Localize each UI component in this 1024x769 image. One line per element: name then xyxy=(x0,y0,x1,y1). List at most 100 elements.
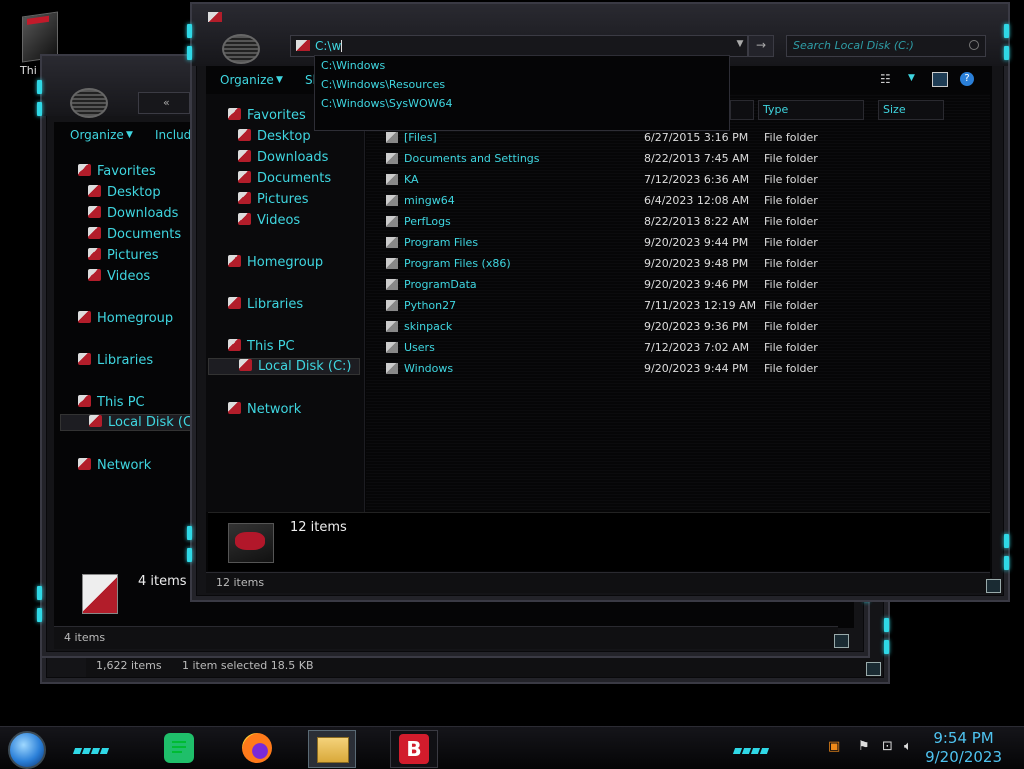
chevron-down-icon[interactable]: ▼ xyxy=(735,39,745,51)
column-header-date-partial[interactable] xyxy=(730,100,754,120)
window-edge-light xyxy=(1004,534,1009,548)
star-icon xyxy=(228,108,241,120)
b-app-icon: B xyxy=(399,734,429,764)
column-header-size[interactable]: Size xyxy=(878,100,944,120)
folder-icon xyxy=(386,321,398,332)
status-bar: 12 items xyxy=(206,572,1001,593)
firefox-icon[interactable] xyxy=(242,733,272,763)
file-row[interactable]: Program Files 9/20/2023 9:44 PM File folde… xyxy=(366,233,986,254)
nav-label: This PC xyxy=(97,395,145,410)
nav-homegroup[interactable]: Homegroup xyxy=(228,255,323,270)
tray-app-icon[interactable]: ▣ xyxy=(828,739,840,754)
nav-this-pc[interactable]: This PC xyxy=(78,395,145,410)
network-tray-icon[interactable]: ⊡ xyxy=(882,739,893,754)
nav-videos[interactable]: Videos xyxy=(238,213,300,228)
desktop-icon xyxy=(238,129,251,141)
clock[interactable]: 9:54 PM 9/20/2023 xyxy=(925,729,1002,767)
nav-favorites[interactable]: Favorites xyxy=(228,108,306,123)
nav-desktop[interactable]: Desktop xyxy=(88,185,161,200)
nav-label: Local Disk (C: xyxy=(108,415,197,430)
file-row[interactable]: [Files] 6/27/2015 3:16 PM File folder xyxy=(366,128,986,149)
window-edge-light xyxy=(187,24,192,38)
organize-button[interactable]: Organize xyxy=(70,128,124,142)
file-type: File folder xyxy=(764,194,818,207)
address-bar[interactable]: C:\w ▼ xyxy=(290,35,748,57)
file-name: PerfLogs xyxy=(404,215,451,228)
nav-homegroup[interactable]: Homegroup xyxy=(78,311,173,326)
homegroup-icon xyxy=(228,255,241,267)
window-edge-light xyxy=(37,608,42,622)
notes-app-icon[interactable] xyxy=(164,733,194,763)
large-icons-view-icon[interactable] xyxy=(986,579,1001,593)
nav-downloads[interactable]: Downloads xyxy=(238,150,328,165)
nav-libraries[interactable]: Libraries xyxy=(228,297,303,312)
folder-icon xyxy=(386,300,398,311)
drive-icon xyxy=(239,359,252,371)
suggestion-item[interactable]: C:\Windows xyxy=(321,59,385,72)
column-header-type[interactable]: Type xyxy=(758,100,864,120)
view-options-icon[interactable]: ☷ xyxy=(880,72,891,86)
file-row[interactable]: Program Files (x86) 9/20/2023 9:48 PM File… xyxy=(366,254,986,275)
file-type: File folder xyxy=(764,173,818,186)
go-arrow-button[interactable]: → xyxy=(748,35,774,57)
nav-label: Documents xyxy=(257,171,332,186)
file-row[interactable]: KA 7/12/2023 6:36 AM File folder xyxy=(366,170,986,191)
file-name: Windows xyxy=(404,362,454,375)
file-row[interactable]: mingw64 6/4/2023 12:08 AM File folder xyxy=(366,191,986,212)
taskbar-app-b[interactable]: B xyxy=(390,730,438,768)
nav-desktop[interactable]: Desktop xyxy=(238,129,311,144)
nav-downloads[interactable]: Downloads xyxy=(88,206,178,221)
chevron-down-icon[interactable]: ▼ xyxy=(908,73,915,83)
nav-libraries[interactable]: Libraries xyxy=(78,353,153,368)
file-row[interactable]: Windows 9/20/2023 9:44 PM File folder xyxy=(366,359,986,380)
nav-pictures[interactable]: Pictures xyxy=(238,192,308,207)
nav-network[interactable]: Network xyxy=(228,402,301,417)
file-row[interactable]: skinpack 9/20/2023 9:36 PM File folder xyxy=(366,317,986,338)
search-input[interactable]: Search Local Disk (C:) xyxy=(786,35,986,57)
file-name: Program Files xyxy=(404,236,479,249)
nav-pictures[interactable]: Pictures xyxy=(88,248,158,263)
nav-network[interactable]: Network xyxy=(78,458,151,473)
file-name: skinpack xyxy=(404,320,453,333)
start-button[interactable] xyxy=(8,731,46,769)
file-row[interactable]: Users 7/12/2023 7:02 AM File folder xyxy=(366,338,986,359)
file-date: 7/12/2023 6:36 AM xyxy=(644,173,750,186)
suggestion-item[interactable]: C:\Windows\Resources xyxy=(321,78,445,91)
window-edge-light xyxy=(1004,556,1009,570)
file-row[interactable]: ProgramData 9/20/2023 9:46 PM File folder xyxy=(366,275,986,296)
nav-local-disk[interactable]: Local Disk (C: xyxy=(60,414,196,431)
column-size-label: Size xyxy=(883,103,906,116)
file-row[interactable]: Python27 7/11/2023 12:19 AM File folder xyxy=(366,296,986,317)
file-row[interactable]: Documents and Settings 8/22/2013 7:45 AM F… xyxy=(366,149,986,170)
nav-documents[interactable]: Documents xyxy=(88,227,181,242)
window-edge-light xyxy=(37,586,42,600)
details-item-count: 12 items xyxy=(290,520,347,535)
nav-documents[interactable]: Documents xyxy=(238,171,331,186)
suggestion-item[interactable]: C:\Windows\SysWOW64 xyxy=(321,97,453,110)
file-type: File folder xyxy=(764,299,818,312)
file-date: 8/22/2013 8:22 AM xyxy=(644,215,750,228)
nav-local-disk[interactable]: Local Disk (C:) xyxy=(208,358,360,375)
address-bar[interactable]: « xyxy=(138,92,190,114)
chevron-down-icon[interactable]: ▼ xyxy=(126,130,133,140)
volume-icon[interactable]: 🔈︎ xyxy=(904,739,912,754)
nav-this-pc[interactable]: This PC xyxy=(228,339,295,354)
help-icon[interactable]: ? xyxy=(960,72,974,86)
large-icons-view-icon[interactable] xyxy=(866,662,881,676)
command-bar: Organize ▼ Sh xyxy=(220,73,320,91)
chevron-down-icon[interactable]: ▼ xyxy=(276,75,283,85)
organize-button[interactable]: Organize xyxy=(220,73,274,87)
nav-label: Documents xyxy=(107,227,182,242)
nav-videos[interactable]: Videos xyxy=(88,269,150,284)
nav-label: Favorites xyxy=(247,108,306,123)
file-date: 9/20/2023 9:44 PM xyxy=(644,362,749,375)
preview-pane-icon[interactable] xyxy=(932,72,948,87)
nav-label: Favorites xyxy=(97,164,156,179)
nav-favorites[interactable]: Favorites xyxy=(78,164,156,179)
nav-label: Libraries xyxy=(247,297,304,312)
file-row[interactable]: PerfLogs 8/22/2013 8:22 AM File folder xyxy=(366,212,986,233)
large-icons-view-icon[interactable] xyxy=(834,634,849,648)
flag-icon[interactable]: ⚑ xyxy=(858,739,870,754)
nav-label: Homegroup xyxy=(97,311,174,326)
taskbar-file-explorer[interactable] xyxy=(308,730,356,768)
